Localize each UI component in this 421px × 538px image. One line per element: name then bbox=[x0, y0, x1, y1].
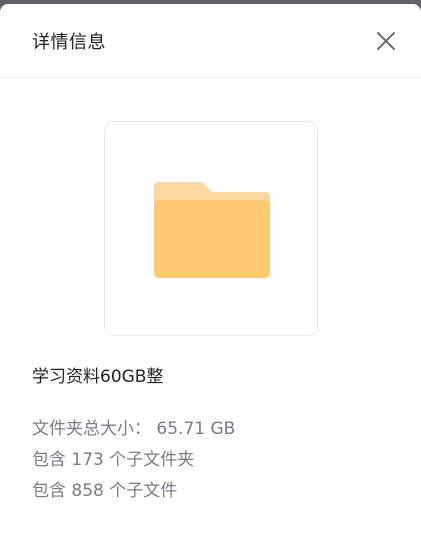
subfolder-suffix: 个子文件夹 bbox=[109, 450, 195, 470]
total-size-label: 文件夹总大小： bbox=[32, 419, 151, 439]
file-count-line: 包含 858 个子文件 bbox=[32, 476, 177, 501]
details-panel: 详情信息 学习资料60GB整 文件夹总大小： 65.71 GB 包含 173 个… bbox=[0, 4, 421, 538]
file-count: 858 bbox=[71, 481, 104, 501]
subfolder-prefix: 包含 bbox=[32, 450, 66, 470]
file-suffix: 个子文件 bbox=[109, 481, 178, 501]
close-icon bbox=[377, 32, 395, 50]
total-size-value: 65.71 GB bbox=[156, 419, 236, 439]
folder-icon bbox=[154, 182, 270, 278]
subfolder-count: 173 bbox=[71, 450, 104, 470]
total-size-line: 文件夹总大小： 65.71 GB bbox=[32, 414, 235, 439]
panel-title: 详情信息 bbox=[32, 32, 106, 53]
file-prefix: 包含 bbox=[32, 481, 66, 501]
folder-preview bbox=[104, 121, 318, 336]
panel-header: 详情信息 bbox=[0, 4, 421, 78]
subfolder-count-line: 包含 173 个子文件夹 bbox=[32, 445, 194, 470]
folder-name: 学习资料60GB整 bbox=[32, 367, 164, 387]
close-button[interactable] bbox=[374, 29, 398, 53]
